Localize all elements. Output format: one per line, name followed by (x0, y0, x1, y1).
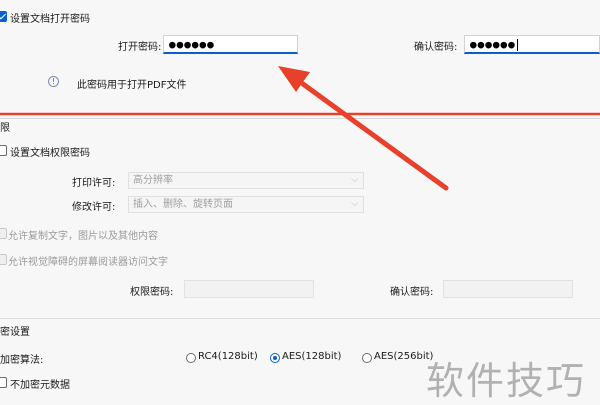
annotation-overlay (0, 66, 600, 191)
annotation-arrow-shaft (289, 73, 449, 191)
watermark: 软件技巧 (426, 359, 587, 403)
